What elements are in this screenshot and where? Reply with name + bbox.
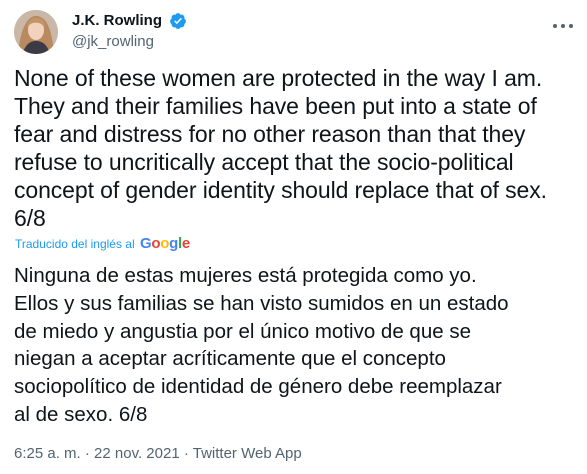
verified-badge-icon <box>169 12 187 30</box>
tweet-time[interactable]: 6:25 a. m. <box>14 445 81 462</box>
author-name[interactable]: J.K. Rowling <box>72 11 162 31</box>
tweet-date[interactable]: 22 nov. 2021 <box>94 445 180 462</box>
google-letter: G <box>139 235 152 252</box>
author-block: J.K. Rowling @jk_rowling <box>72 11 187 52</box>
meta-separator: · <box>80 445 95 462</box>
author-handle[interactable]: @jk_rowling <box>72 32 187 52</box>
google-letter: g <box>169 235 178 252</box>
google-logo: Google <box>140 235 190 252</box>
avatar[interactable] <box>14 10 58 54</box>
google-letter: o <box>151 235 161 252</box>
tweet-meta: 6:25 a. m. · 22 nov. 2021 · Twitter Web … <box>14 444 302 464</box>
google-letter: o <box>160 235 170 252</box>
tweet-header: J.K. Rowling @jk_rowling <box>14 8 575 54</box>
tweet-text: None of these women are protected in the… <box>14 65 547 231</box>
tweet-translation: Ninguna de estas mujeres está protegida … <box>14 264 509 426</box>
more-options-icon[interactable] <box>551 16 575 36</box>
google-letter: e <box>181 235 190 252</box>
translation-attribution[interactable]: Traducido del inglés al Google <box>15 236 190 252</box>
meta-separator: · <box>179 445 193 462</box>
tweet-source[interactable]: Twitter Web App <box>193 445 302 462</box>
translation-label: Traducido del inglés al <box>15 237 135 251</box>
